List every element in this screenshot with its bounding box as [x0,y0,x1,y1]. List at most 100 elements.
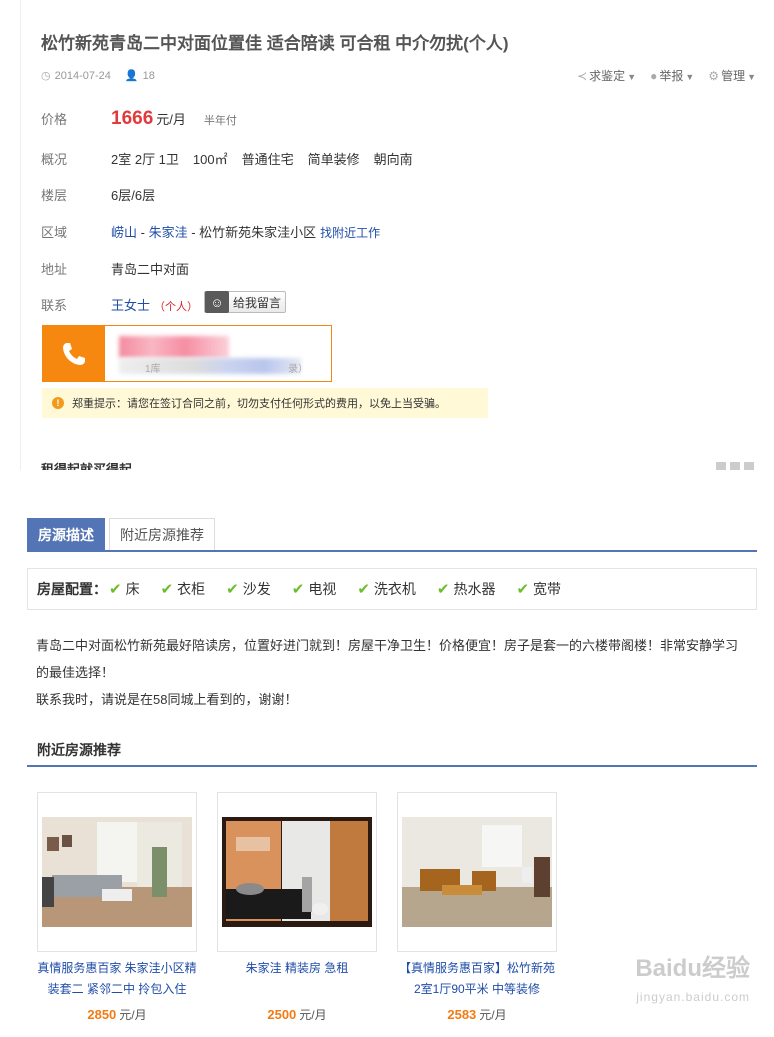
check-icon: ✔ [160,581,174,598]
leave-message-label: 给我留言 [233,295,282,310]
chevron-down-icon: ▼ [747,72,756,82]
warning-icon: ! [52,397,64,409]
appraise-button[interactable]: ≺ 求鉴定 ▼ [577,67,636,84]
address-row: 地址 青岛二中对面 [41,259,189,278]
contact-row: 联系 王女士 （个人） ☺ 给我留言 [41,291,287,316]
nearby-card[interactable]: 真情服务惠百家 朱家洼小区精装套二 紧邻二中 拎包入住 2850 元/月 [37,792,197,1023]
warning-banner: ! 郑重提示：请您在签订合同之前，切勿支付任何形式的费用，以免上当受骗。 [42,388,488,418]
clock-icon: ◷ [41,70,51,82]
watermark-brand: Baidu经验 [635,955,750,982]
floor-label: 楼层 [41,188,68,203]
share-icon: ≺ [577,69,588,83]
gear-icon: ⚙ [708,69,720,83]
area-row: 区域 崂山 - 朱家洼 - 松竹新苑朱家洼小区 找附近工作 [41,222,380,241]
phone-number-blurred[interactable]: 1库 录） [105,326,331,381]
smiley-icon: ☺ [205,291,230,313]
amenity-tv: ✔ 电视 [291,581,337,598]
listing-photo[interactable] [222,817,372,927]
overview-row: 概况 2室 2厅 1卫 100㎡ 普通住宅 简单装修 朝向南 [41,149,413,168]
cut-off-heading: 租得起就买得起 [41,462,133,470]
subdistrict-link[interactable]: 朱家洼 [149,222,188,241]
address-value: 青岛二中对面 [111,262,190,277]
price-label: 价格 [41,112,68,127]
chevron-down-icon: ▼ [685,72,695,82]
floor-row: 楼层 6层/6层 [41,185,155,204]
check-icon: ✔ [291,581,305,598]
listing-tools: ≺ 求鉴定 ▼ ● 举报 ▼ ⚙ 管理 ▼ [577,67,756,84]
nearby-card-title[interactable]: 真情服务惠百家 朱家洼小区精装套二 紧邻二中 拎包入住 [37,958,197,1000]
check-icon: ✔ [226,581,239,598]
post-date: 2014-07-24 [54,69,111,82]
amenity-sofa: ✔ 沙发 [226,581,271,598]
phone-box: 1库 录） [42,325,332,382]
warning-text: 郑重提示：请您在签订合同之前，切勿支付任何形式的费用，以免上当受骗。 [72,398,446,410]
overview-size: 100㎡ [192,152,228,167]
amenity-washer: ✔ 洗衣机 [357,581,416,598]
find-jobs-link[interactable]: 找附近工作 [320,224,380,241]
nearby-card-price: 2850 [87,1007,117,1022]
check-icon: ✔ [109,581,122,598]
nearby-card[interactable]: 朱家洼 精装房 急租 2500 元/月 [217,792,377,1023]
overview-label: 概况 [41,152,68,167]
overview-rooms: 2室 2厅 1卫 [111,152,179,167]
manage-button[interactable]: ⚙ 管理 ▼ [708,67,756,84]
description-line-2: 联系我时，请说是在58同城上看到的，谢谢！ [36,692,298,707]
view-count: 18 [142,69,155,82]
price-unit: 元/月 [156,112,186,127]
amenity-water-heater: ✔ 热水器 [436,581,496,598]
phone-hint-right: 录） [288,364,308,375]
nearby-card-title[interactable]: 朱家洼 精装房 急租 [217,958,377,1000]
listing-title: 松竹新苑青岛二中对面位置佳 适合陪读 可合租 中介勿扰(个人) [41,34,509,53]
area-separator: - [137,225,149,240]
amenities-bar: 房屋配置： ✔ 床 ✔ 衣柜 ✔ 沙发 ✔ 电视 ✔ 洗衣机 ✔ 热水器 ✔ 宽带 [27,568,757,610]
nearby-card-unit: 元/月 [119,1008,147,1022]
check-icon: ✔ [436,581,450,598]
listing-meta: ◷ 2014-07-24 👤 18 [41,69,155,83]
nearby-divider [27,765,757,767]
leave-message-button[interactable]: ☺ 给我留言 [204,291,287,313]
check-icon: ✔ [357,581,370,598]
amenity-bed: ✔ 床 [109,581,140,598]
overview-decoration: 简单装修 [307,152,360,167]
watermark: Baidu经验 jingyan.baidu.com [635,955,750,1011]
overview-orientation: 朝向南 [373,152,413,167]
check-icon: ✔ [516,581,530,598]
description: 青岛二中对面松竹新苑最好陪读房，位置好进门就到！房屋干净卫生！价格便宜！房子是套… [36,632,748,713]
payment-term: 半年付 [203,115,237,127]
tab-nearby[interactable]: 附近房源推荐 [109,518,215,550]
area-label: 区域 [41,225,68,240]
contact-name[interactable]: 王女士 [111,295,150,314]
floor-value: 6层/6层 [111,188,156,203]
phone-icon [43,326,105,381]
price-row: 价格 1666 元/月 半年付 [41,108,237,130]
contact-label: 联系 [41,297,68,313]
pin-icon: ● [650,69,658,83]
nearby-card-unit: 元/月 [479,1008,507,1022]
district-link[interactable]: 崂山 [111,222,137,241]
nearby-card-price: 2500 [267,1007,297,1022]
report-button[interactable]: ● 举报 ▼ [650,67,694,84]
amenities-label: 房屋配置： [37,581,107,597]
nearby-card-price: 2583 [447,1007,477,1022]
phone-hint-left: 1库 [145,364,161,375]
watermark-url: jingyan.baidu.com [636,990,750,1004]
amenity-broadband: ✔ 宽带 [516,581,562,598]
overview-type: 普通住宅 [241,152,294,167]
nearby-card-unit: 元/月 [299,1008,327,1022]
description-line-1: 青岛二中对面松竹新苑最好陪读房，位置好进门就到！房屋干净卫生！价格便宜！房子是套… [36,638,739,680]
nearby-card-title[interactable]: 【真情服务惠百家】松竹新苑 2室1厅90平米 中等装修 [397,958,557,1000]
address-label: 地址 [41,262,68,277]
listing-photo[interactable] [402,817,552,927]
amenity-wardrobe: ✔ 衣柜 [160,581,206,598]
pager-icons [716,462,754,470]
tab-bar: 房源描述 附近房源推荐 [27,518,757,552]
price-value: 1666 [111,108,154,129]
listing-photo[interactable] [42,817,192,927]
listing-header: 松竹新苑青岛二中对面位置佳 适合陪读 可合租 中介勿扰(个人) ◷ 2014-0… [20,0,758,470]
user-icon: 👤 [124,70,139,82]
tab-description[interactable]: 房源描述 [27,518,105,550]
nearby-card[interactable]: 【真情服务惠百家】松竹新苑 2室1厅90平米 中等装修 2583 元/月 [397,792,557,1023]
nearby-title: 附近房源推荐 [37,742,121,758]
contact-type: （个人） [154,300,199,313]
chevron-down-icon: ▼ [627,72,637,82]
